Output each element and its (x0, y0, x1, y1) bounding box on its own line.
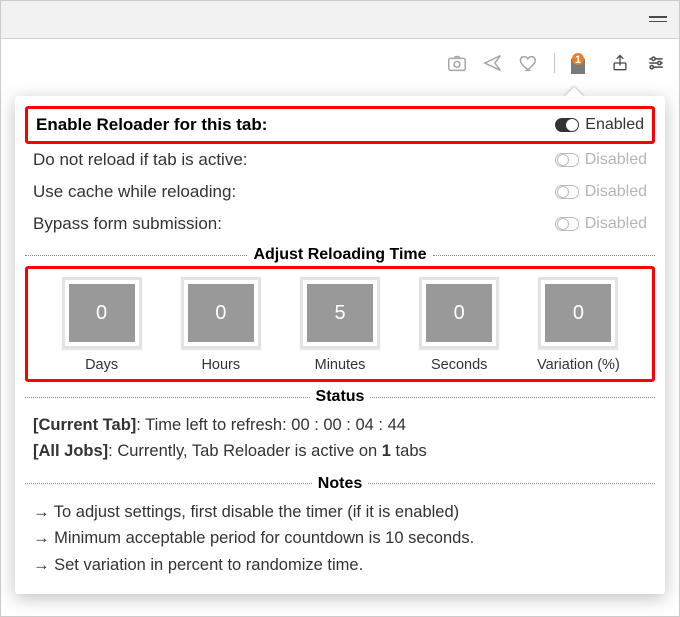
enable-row: Enable Reloader for this tab: Enabled (28, 109, 652, 141)
extension-button[interactable]: 1 (569, 52, 595, 74)
time-highlight-box: 0 Days 0 Hours 5 Minutes 0 Seconds 0 Var… (25, 266, 655, 382)
status-body: [Current Tab]: Time left to refresh: 00 … (25, 408, 655, 469)
enable-label: Enable Reloader for this tab: (36, 115, 267, 135)
status-all-line: [All Jobs]: Currently, Tab Reloader is a… (33, 438, 647, 464)
note-line: Minimum acceptable period for countdown … (33, 525, 647, 551)
settings-sliders-icon[interactable] (645, 52, 667, 74)
time-variation-input[interactable]: 0 (538, 277, 618, 349)
time-minutes-col: 5 Minutes (284, 277, 395, 373)
bypass-form-toggle[interactable] (555, 217, 579, 231)
time-hours-input[interactable]: 0 (181, 277, 261, 349)
share-icon[interactable] (609, 52, 631, 74)
time-minutes-input[interactable]: 5 (300, 277, 380, 349)
enable-state: Enabled (585, 116, 644, 134)
camera-icon[interactable] (446, 52, 468, 74)
browser-top-strip (1, 1, 679, 39)
no-reload-active-toggle[interactable] (555, 153, 579, 167)
time-days-label: Days (85, 357, 118, 373)
enable-highlight-box: Enable Reloader for this tab: Enabled (25, 106, 655, 144)
time-seconds-col: 0 Seconds (404, 277, 515, 373)
extension-badge-count: 1 (575, 54, 581, 66)
time-hours-col: 0 Hours (165, 277, 276, 373)
hamburger-icon[interactable] (649, 13, 667, 25)
use-cache-label: Use cache while reloading: (33, 182, 236, 202)
bypass-form-label: Bypass form submission: (33, 214, 222, 234)
enable-toggle[interactable] (555, 118, 579, 132)
toolbar-divider (554, 53, 555, 73)
time-variation-col: 0 Variation (%) (523, 277, 634, 373)
time-days-col: 0 Days (46, 277, 157, 373)
bypass-form-state: Disabled (585, 215, 647, 233)
no-reload-active-label: Do not reload if tab is active: (33, 150, 248, 170)
notes-body: To adjust settings, first disable the ti… (25, 495, 655, 582)
time-row: 0 Days 0 Hours 5 Minutes 0 Seconds 0 Var… (28, 269, 652, 379)
notes-section-header: Notes (25, 475, 655, 493)
time-seconds-input[interactable]: 0 (419, 277, 499, 349)
heart-icon[interactable] (518, 52, 540, 74)
use-cache-toggle[interactable] (555, 185, 579, 199)
time-section-title: Adjust Reloading Time (253, 246, 426, 264)
use-cache-row: Use cache while reloading: Disabled (25, 176, 655, 208)
time-minutes-label: Minutes (315, 357, 366, 373)
time-days-input[interactable]: 0 (62, 277, 142, 349)
note-line: Set variation in percent to randomize ti… (33, 552, 647, 578)
extension-popup: Enable Reloader for this tab: Enabled Do… (15, 96, 665, 594)
status-section-title: Status (316, 388, 365, 406)
no-reload-active-row: Do not reload if tab is active: Disabled (25, 144, 655, 176)
popup-arrow (564, 87, 584, 97)
time-hours-label: Hours (201, 357, 240, 373)
status-section-header: Status (25, 388, 655, 406)
note-line: To adjust settings, first disable the ti… (33, 499, 647, 525)
use-cache-state: Disabled (585, 183, 647, 201)
bypass-form-row: Bypass form submission: Disabled (25, 208, 655, 240)
time-variation-label: Variation (%) (537, 357, 620, 373)
status-current-line: [Current Tab]: Time left to refresh: 00 … (33, 412, 647, 438)
browser-toolbar: 1 (1, 39, 679, 87)
time-section-header: Adjust Reloading Time (25, 246, 655, 264)
notes-section-title: Notes (318, 475, 362, 493)
time-seconds-label: Seconds (431, 357, 487, 373)
no-reload-active-state: Disabled (585, 151, 647, 169)
send-icon[interactable] (482, 52, 504, 74)
